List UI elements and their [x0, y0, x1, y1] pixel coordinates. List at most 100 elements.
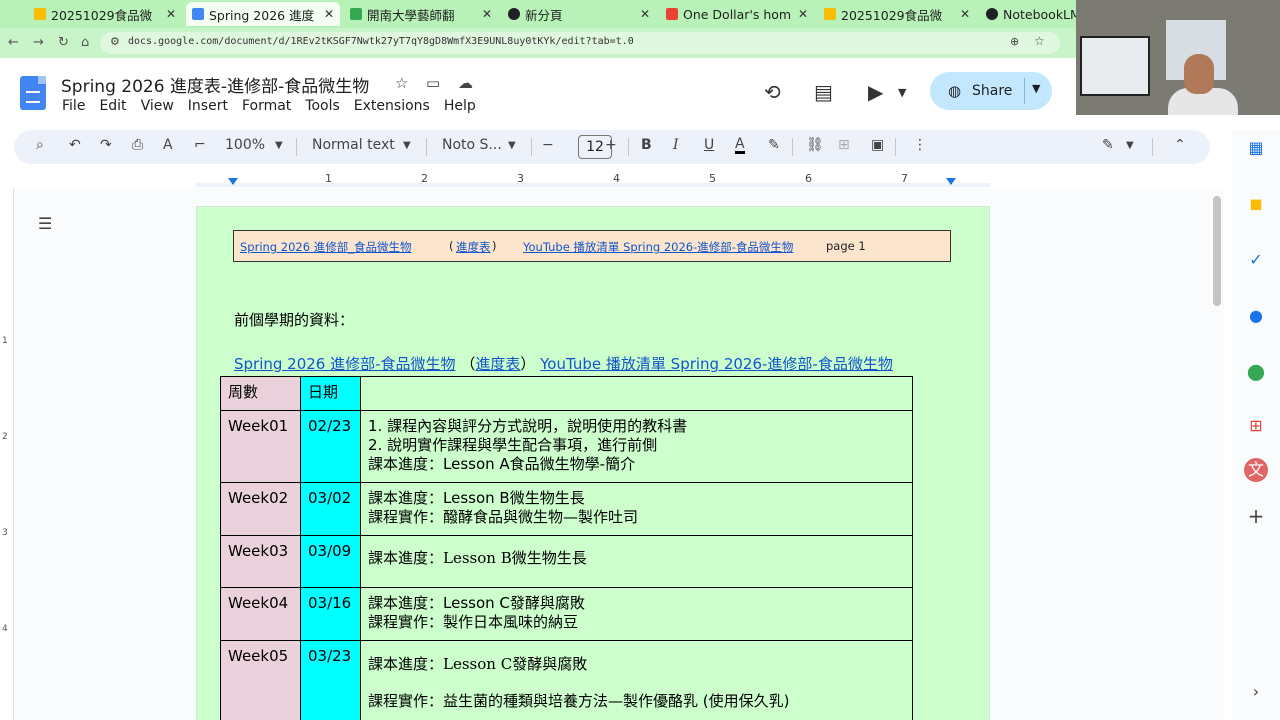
youtube-playlist-link[interactable]: YouTube 播放清單 Spring 2026-進修部-食品微生物 — [523, 239, 793, 255]
menu-help[interactable]: Help — [444, 98, 476, 114]
menu-tools[interactable]: Tools — [305, 98, 340, 114]
search-menus-icon[interactable]: ⌕ — [36, 137, 44, 153]
font-select[interactable]: Noto S... — [442, 137, 502, 153]
zoom-dropdown-icon[interactable]: ▼ — [275, 140, 283, 151]
expand-panel-icon[interactable]: › — [1244, 680, 1268, 704]
home-icon[interactable]: ⌂ — [81, 35, 89, 50]
calendar-icon[interactable]: ▦ — [1244, 136, 1268, 160]
close-tab-icon[interactable]: ✕ — [798, 7, 808, 21]
maps-icon[interactable]: ⬤ — [1244, 360, 1268, 384]
url-field[interactable]: ⚙ docs.google.com/document/d/1REv2tKSGF7… — [100, 32, 1060, 54]
zoom-icon[interactable]: ⊕ — [1010, 35, 1019, 48]
vertical-scrollbar[interactable] — [1210, 188, 1224, 720]
forward-icon[interactable]: → — [33, 35, 44, 50]
increase-font-size-icon[interactable]: + — [605, 137, 617, 153]
insert-image-icon[interactable]: ▣ — [871, 137, 884, 153]
content-lesson: Lesson C — [443, 655, 513, 673]
meet-dropdown-icon[interactable]: ▼ — [898, 86, 906, 99]
menu-edit[interactable]: Edit — [99, 98, 126, 114]
get-addons-icon[interactable]: + — [1244, 504, 1268, 528]
menu-extensions[interactable]: Extensions — [354, 98, 430, 114]
back-icon[interactable]: ← — [8, 35, 19, 50]
document-outline-icon[interactable]: ☰ — [38, 214, 52, 233]
reload-icon[interactable]: ↻ — [58, 35, 69, 50]
insert-link-icon[interactable]: ⛓ — [806, 137, 824, 153]
browser-tab[interactable]: 20251029食品微 ✕ — [818, 2, 976, 26]
paragraph-style-select[interactable]: Normal text — [312, 137, 395, 153]
tab-label: NotebookLM — [1003, 6, 1080, 22]
close-tab-icon[interactable]: ✕ — [482, 7, 492, 21]
scrollbar-thumb[interactable] — [1213, 196, 1221, 306]
site-info-icon[interactable]: ⚙ — [110, 35, 120, 48]
site-favicon-icon — [666, 8, 678, 20]
style-dropdown-icon[interactable]: ▼ — [403, 140, 411, 151]
ruler-track — [196, 183, 990, 187]
tasks-icon[interactable]: ✓ — [1244, 248, 1268, 272]
meet-icon[interactable]: ▶ — [868, 80, 883, 104]
zoom-select[interactable]: 100% — [225, 137, 265, 153]
menu-file[interactable]: File — [62, 98, 85, 114]
share-dropdown-icon[interactable]: ▼ — [1032, 82, 1040, 95]
browser-tab[interactable]: 開南大學藝師翻 ✕ — [344, 2, 498, 26]
toolbar-divider — [792, 138, 793, 156]
version-history-icon[interactable]: ⟲ — [764, 80, 781, 104]
close-tab-icon[interactable]: ✕ — [324, 7, 334, 21]
hide-menus-icon[interactable]: ⌃ — [1174, 137, 1186, 153]
close-tab-icon[interactable]: ✕ — [960, 7, 970, 21]
add-comment-icon[interactable]: ⊞ — [838, 137, 850, 153]
browser-tab[interactable]: NotebookLM — [980, 2, 1080, 26]
right-indent-marker[interactable] — [946, 178, 956, 185]
youtube-playlist-link[interactable]: YouTube 播放清單 Spring 2026-進修部-食品微生物 — [540, 355, 893, 373]
left-indent-marker[interactable] — [228, 178, 238, 185]
document-title[interactable]: Spring 2026 進度表-進修部-食品微生物 — [61, 72, 369, 97]
share-button[interactable]: ◍ Share ▼ — [930, 72, 1052, 110]
menu-format[interactable]: Format — [242, 98, 291, 114]
addon-icon[interactable]: ⊞ — [1244, 414, 1268, 438]
undo-icon[interactable]: ↶ — [69, 137, 81, 153]
schedule-link[interactable]: 進度表 — [456, 239, 491, 255]
spellcheck-icon[interactable]: A — [163, 137, 173, 153]
tab-label: 20251029食品微 — [841, 7, 943, 23]
header-date: 日期 — [300, 376, 361, 411]
font-dropdown-icon[interactable]: ▼ — [508, 140, 516, 151]
menu-insert[interactable]: Insert — [188, 98, 228, 114]
more-options-icon[interactable]: ⋮ — [913, 137, 927, 153]
italic-icon[interactable]: I — [673, 137, 679, 153]
browser-tab-active[interactable]: Spring 2026 進度 ✕ — [186, 2, 340, 26]
star-icon[interactable]: ☆ — [395, 74, 408, 92]
schedule-link[interactable]: 進度表 — [475, 355, 520, 373]
editing-mode-dropdown-icon[interactable]: ▼ — [1126, 140, 1134, 151]
close-tab-icon[interactable]: ✕ — [166, 7, 176, 21]
underline-icon[interactable]: U — [704, 137, 714, 153]
contacts-icon[interactable]: ● — [1244, 304, 1268, 328]
bookmark-star-icon[interactable]: ☆ — [1034, 34, 1045, 48]
bold-icon[interactable]: B — [641, 137, 652, 153]
keep-icon[interactable]: ◼ — [1244, 192, 1268, 216]
docs-logo-icon[interactable] — [20, 76, 46, 110]
browser-tab[interactable]: 新分頁 ✕ — [502, 2, 656, 26]
browser-tab[interactable]: One Dollar's hom ✕ — [660, 2, 814, 26]
share-label: Share — [972, 83, 1013, 99]
close-tab-icon[interactable]: ✕ — [640, 7, 650, 21]
paint-format-icon[interactable]: ⌐ — [194, 137, 206, 153]
page-number: page 1 — [826, 239, 866, 253]
editing-mode-icon[interactable]: ✎ — [1102, 137, 1114, 153]
decrease-font-size-icon[interactable]: − — [542, 137, 554, 153]
course-link[interactable]: Spring 2026 進修部-食品微生物 — [234, 355, 456, 373]
week-cell: Week03 — [220, 535, 301, 588]
ruler-number: 1 — [325, 172, 332, 185]
browser-tab[interactable]: 20251029食品微 ✕ — [28, 2, 182, 26]
paren-open: ( — [449, 239, 454, 253]
text-color-icon[interactable]: A — [735, 137, 745, 154]
translate-addon-icon[interactable]: 文 — [1244, 458, 1268, 482]
week-cell: Week02 — [220, 482, 301, 536]
redo-icon[interactable]: ↷ — [100, 137, 112, 153]
cloud-status-icon[interactable]: ☁ — [458, 74, 473, 92]
menu-view[interactable]: View — [141, 98, 174, 114]
comments-icon[interactable]: ▤ — [814, 80, 833, 104]
print-icon[interactable]: ⎙ — [132, 137, 143, 153]
move-folder-icon[interactable]: ▭ — [426, 74, 440, 92]
course-link[interactable]: Spring 2026 進修部_食品微生物 — [240, 239, 411, 255]
toolbar-divider — [1152, 138, 1153, 156]
highlight-icon[interactable]: ✎ — [768, 137, 780, 153]
